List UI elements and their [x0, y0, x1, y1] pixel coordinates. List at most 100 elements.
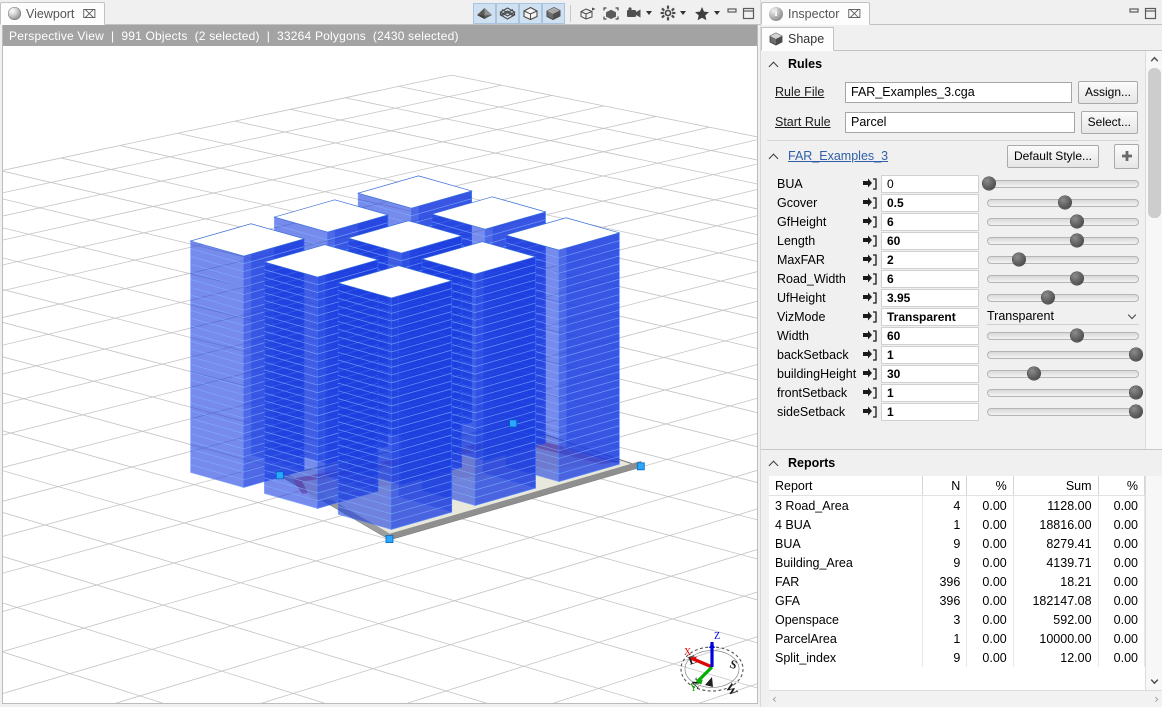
parameter-value-input[interactable]: Transparent	[881, 307, 979, 326]
style-group-label[interactable]: FAR_Examples_3	[788, 149, 888, 163]
wireframe-mode-icon[interactable]	[496, 2, 519, 24]
slider-thumb[interactable]	[1058, 196, 1072, 209]
slider-track[interactable]	[987, 350, 1139, 359]
parameter-source-icon[interactable]	[859, 234, 881, 247]
slider-track[interactable]	[987, 255, 1139, 264]
parameter-slider[interactable]	[987, 271, 1139, 287]
column-header[interactable]: %	[1098, 476, 1145, 496]
scene-3d-render[interactable]	[3, 25, 757, 704]
column-header[interactable]: Report	[769, 476, 923, 496]
slider-thumb[interactable]	[1070, 272, 1084, 285]
parameter-source-icon[interactable]	[859, 310, 881, 323]
minimize-button[interactable]	[1126, 5, 1142, 21]
slider-thumb[interactable]	[1012, 253, 1026, 266]
close-icon[interactable]: ⌧	[82, 8, 96, 20]
parameter-value-input[interactable]: 6	[881, 269, 979, 288]
chevron-up-icon[interactable]	[769, 151, 780, 162]
parameter-slider[interactable]	[987, 290, 1139, 306]
reports-vertical-scrollbar[interactable]	[1145, 476, 1162, 690]
table-row[interactable]: 3 Road_Area 4 0.00 1128.00 0.00	[769, 495, 1145, 515]
rules-vertical-scrollbar[interactable]	[1145, 51, 1162, 449]
table-row[interactable]: 4 BUA 1 0.00 18816.00 0.00	[769, 515, 1145, 534]
column-header[interactable]: Sum	[1013, 476, 1099, 496]
start-rule-label[interactable]: Start Rule	[775, 115, 845, 129]
scroll-trough[interactable]	[1145, 476, 1162, 673]
parameter-value-input[interactable]: 30	[881, 364, 979, 383]
select-button[interactable]: Select...	[1080, 110, 1138, 134]
parameter-source-icon[interactable]	[859, 177, 881, 190]
slider-thumb[interactable]	[1129, 348, 1143, 361]
shaded-mode-icon[interactable]	[473, 2, 496, 24]
parameter-slider[interactable]	[987, 195, 1139, 211]
parameter-source-icon[interactable]	[859, 291, 881, 304]
add-style-button[interactable]	[1114, 143, 1139, 169]
gear-dropdown-caret-icon[interactable]	[680, 11, 686, 15]
minimize-button[interactable]	[724, 5, 740, 21]
parameter-source-icon[interactable]	[859, 272, 881, 285]
frame-selection-icon[interactable]	[576, 3, 599, 24]
table-row[interactable]: ParcelArea 1 0.00 10000.00 0.00	[769, 629, 1145, 648]
slider-track[interactable]	[987, 369, 1139, 378]
parameter-slider[interactable]	[982, 176, 1139, 192]
parameter-source-icon[interactable]	[859, 196, 881, 209]
slider-thumb[interactable]	[1070, 234, 1084, 247]
reports-header[interactable]: Reports	[761, 450, 1162, 476]
parameter-value-input[interactable]: 2	[881, 250, 979, 269]
star-dropdown-caret-icon[interactable]	[714, 11, 720, 15]
slider-thumb[interactable]	[1070, 215, 1084, 228]
camera-icon[interactable]	[622, 3, 645, 24]
slider-track[interactable]	[987, 236, 1139, 245]
column-header[interactable]: %	[966, 476, 1014, 496]
parameter-slider[interactable]	[987, 233, 1139, 249]
parameter-value-input[interactable]: 0	[881, 174, 979, 193]
slider-thumb[interactable]	[982, 177, 996, 190]
gear-icon[interactable]	[656, 3, 679, 24]
slider-thumb[interactable]	[1129, 386, 1143, 399]
slider-track[interactable]	[987, 388, 1139, 397]
textured-mode-icon[interactable]	[542, 2, 565, 24]
scroll-thumb[interactable]	[1147, 68, 1161, 218]
slider-thumb[interactable]	[1129, 405, 1143, 418]
parameter-value-input[interactable]: 6	[881, 212, 979, 231]
rules-header[interactable]: Rules	[761, 51, 1145, 77]
parameter-slider[interactable]	[987, 385, 1143, 401]
chevron-down-icon[interactable]	[1128, 312, 1137, 321]
parameter-value-input[interactable]: 1	[881, 402, 979, 421]
table-row[interactable]: Building_Area 9 0.00 4139.71 0.00	[769, 553, 1145, 572]
table-row[interactable]: GFA 396 0.00 182147.08 0.00	[769, 591, 1145, 610]
column-header[interactable]: N	[922, 476, 968, 496]
slider-thumb[interactable]	[1027, 367, 1041, 380]
parameter-source-icon[interactable]	[859, 386, 881, 399]
table-row[interactable]: Openspace 3 0.00 592.00 0.00	[769, 610, 1145, 629]
chevron-up-icon[interactable]	[769, 458, 780, 469]
scroll-down-icon[interactable]	[1145, 673, 1162, 690]
parameter-slider[interactable]	[987, 214, 1139, 230]
start-rule-input[interactable]: Parcel	[845, 111, 1075, 133]
parameter-value-input[interactable]: 60	[881, 326, 979, 345]
close-icon[interactable]: ⌧	[847, 8, 861, 20]
parameter-slider[interactable]	[987, 252, 1139, 268]
scroll-left-icon[interactable]: ‹	[772, 692, 777, 706]
slider-thumb[interactable]	[1070, 329, 1084, 342]
tab-inspector[interactable]: i Inspector ⌧	[761, 2, 871, 25]
parameter-source-icon[interactable]	[859, 253, 881, 266]
slider-thumb[interactable]	[1041, 291, 1055, 304]
reports-table-wrap[interactable]: Report N% Sum% 3 Road_Area 4 0.00 1128.00 0.00…	[769, 476, 1145, 690]
parameter-value-input[interactable]: 1	[881, 345, 979, 364]
slider-track[interactable]	[987, 407, 1139, 416]
scroll-up-icon[interactable]	[1145, 51, 1162, 68]
chevron-up-icon[interactable]	[769, 59, 780, 70]
parameter-source-icon[interactable]	[859, 405, 881, 418]
slider-track[interactable]	[987, 293, 1139, 302]
assign-button[interactable]: Assign...	[1077, 80, 1138, 104]
parameter-value-input[interactable]: 60	[881, 231, 979, 250]
slider-track[interactable]	[987, 274, 1139, 283]
parameter-source-icon[interactable]	[859, 215, 881, 228]
maximize-button[interactable]	[740, 5, 756, 21]
frame-all-icon[interactable]	[599, 3, 622, 24]
parameter-slider[interactable]	[987, 404, 1143, 420]
parameter-value-input[interactable]: 0.5	[881, 193, 979, 212]
wireframe-box-mode-icon[interactable]	[519, 2, 542, 24]
default-style-button[interactable]: Default Style...	[1006, 144, 1099, 168]
building-tower[interactable]	[336, 265, 453, 530]
